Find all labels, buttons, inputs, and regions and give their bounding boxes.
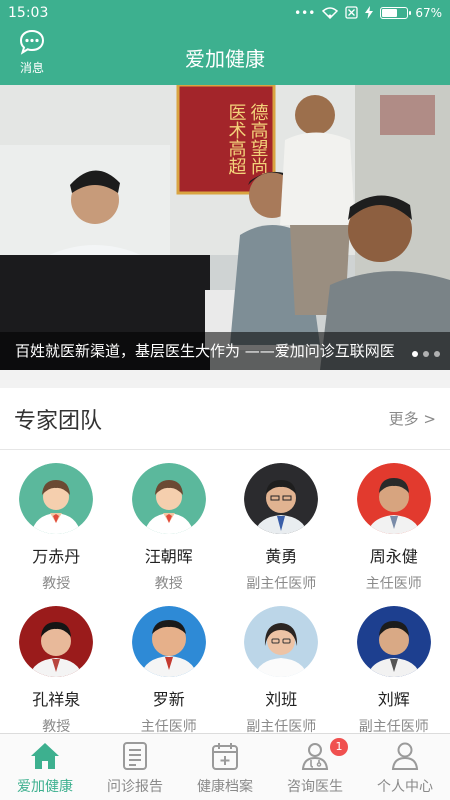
section-header: 专家团队 更多 >	[0, 388, 450, 450]
doctor-title: 教授	[42, 576, 71, 592]
doctor-card[interactable]: 罗新 主任医师	[113, 593, 226, 736]
doctor-name: 刘班	[265, 690, 298, 709]
doctor-card[interactable]: 刘班 副主任医师	[225, 593, 338, 736]
doctor-card[interactable]: 黄勇 副主任医师	[225, 450, 338, 593]
doctor-name: 刘辉	[377, 690, 410, 709]
carousel-dot-3[interactable]	[434, 351, 440, 357]
no-sim-icon	[345, 6, 358, 19]
doctor-photo	[356, 463, 431, 534]
page-title: 爱加健康	[185, 47, 265, 71]
doctor-card[interactable]: 周永健 主任医师	[338, 450, 450, 593]
doctor-photo	[356, 606, 431, 677]
doctor-avatar	[131, 463, 206, 534]
section-title: 专家团队	[14, 408, 103, 434]
more-link[interactable]: 更多 >	[389, 408, 436, 429]
battery-percent: 67%	[415, 5, 442, 20]
doctor-placeholder-icon	[19, 463, 94, 534]
doctor-card[interactable]: 孔祥泉 教授	[0, 593, 113, 736]
nav-label: 问诊报告	[107, 779, 163, 795]
bottom-nav: 爱加健康 问诊报告 健康档案 1 咨询医生 个人中心	[0, 733, 450, 800]
doctor-card[interactable]: 万赤丹 教授	[0, 450, 113, 593]
banner-carousel[interactable]: 医术高超 德高望尚 百姓就医新渠道，基层医生大作为 ——爱加问诊互联网医	[0, 85, 450, 370]
banner-cloth-text-left: 医术高超	[226, 103, 247, 175]
expert-team-section: 专家团队 更多 > 万赤丹 教授 汪朝晖 教授 黄勇 副主任医师 周永健 主任医…	[0, 388, 450, 736]
status-bar: 15:03 ••• 67%	[0, 0, 450, 25]
banner-photo: 医术高超 德高望尚	[0, 85, 450, 370]
notification-badge: 1	[330, 738, 348, 756]
doctor-name: 万赤丹	[32, 547, 81, 566]
battery-cap	[409, 10, 412, 15]
doctor-card[interactable]: 汪朝晖 教授	[113, 450, 226, 593]
status-time: 15:03	[8, 4, 49, 21]
nav-label: 健康档案	[197, 779, 253, 795]
doctor-grid: 万赤丹 教授 汪朝晖 教授 黄勇 副主任医师 周永健 主任医师 孔祥泉 教授 罗…	[0, 450, 450, 736]
doctor-avatar	[356, 463, 431, 534]
doctor-avatar	[356, 606, 431, 677]
nav-item-consult[interactable]: 1 咨询医生	[270, 734, 360, 800]
app-header: 消息 爱加健康	[0, 25, 450, 85]
doctor-title: 教授	[154, 576, 183, 592]
doctor-card[interactable]: 刘辉 副主任医师	[338, 593, 450, 736]
doctor-placeholder-icon	[131, 463, 206, 534]
nav-label: 爱加健康	[17, 779, 73, 795]
battery-level-fill	[382, 8, 398, 17]
doctor-avatar	[244, 463, 319, 534]
doctor-avatar	[19, 463, 94, 534]
doctor-name: 汪朝晖	[144, 547, 193, 566]
nav-label: 咨询医生	[287, 779, 343, 795]
wifi-icon	[322, 6, 339, 19]
doctor-consult-icon	[301, 743, 329, 770]
banner-cloth-text-right: 德高望尚	[248, 103, 269, 175]
doctor-name: 孔祥泉	[32, 690, 81, 709]
battery-icon	[380, 6, 412, 19]
nav-item-health-record[interactable]: 健康档案	[180, 734, 270, 800]
doctor-photo	[131, 606, 206, 677]
health-record-icon	[212, 743, 238, 770]
report-icon	[123, 742, 147, 770]
doctor-title: 副主任医师	[246, 576, 317, 592]
doctor-photo	[244, 606, 319, 677]
doctor-avatar	[19, 606, 94, 677]
carousel-dot-2[interactable]	[423, 351, 429, 357]
doctor-name: 罗新	[152, 690, 185, 709]
nav-item-profile[interactable]: 个人中心	[360, 734, 450, 800]
home-icon	[31, 743, 59, 769]
status-icons: ••• 67%	[294, 6, 442, 20]
doctor-name: 黄勇	[265, 547, 298, 566]
nav-item-home[interactable]: 爱加健康	[0, 734, 90, 800]
nav-label: 个人中心	[377, 779, 433, 795]
doctor-photo	[244, 463, 319, 534]
more-dots-icon: •••	[294, 5, 316, 20]
app-screen: 15:03 ••• 67% 消息 爱加健康 医术高超 德高望尚 百姓就医新渠道，…	[0, 0, 450, 800]
doctor-avatar	[244, 606, 319, 677]
user-icon	[391, 742, 419, 770]
doctor-avatar	[131, 606, 206, 677]
banner-caption: 百姓就医新渠道，基层医生大作为 ——爱加问诊互联网医	[0, 332, 450, 370]
carousel-indicator	[412, 351, 440, 357]
nav-item-report[interactable]: 问诊报告	[90, 734, 180, 800]
carousel-dot-1[interactable]	[412, 351, 418, 357]
doctor-photo	[19, 606, 94, 677]
doctor-name: 周永健	[369, 547, 418, 566]
charging-icon	[365, 6, 374, 19]
doctor-title: 主任医师	[365, 576, 422, 592]
